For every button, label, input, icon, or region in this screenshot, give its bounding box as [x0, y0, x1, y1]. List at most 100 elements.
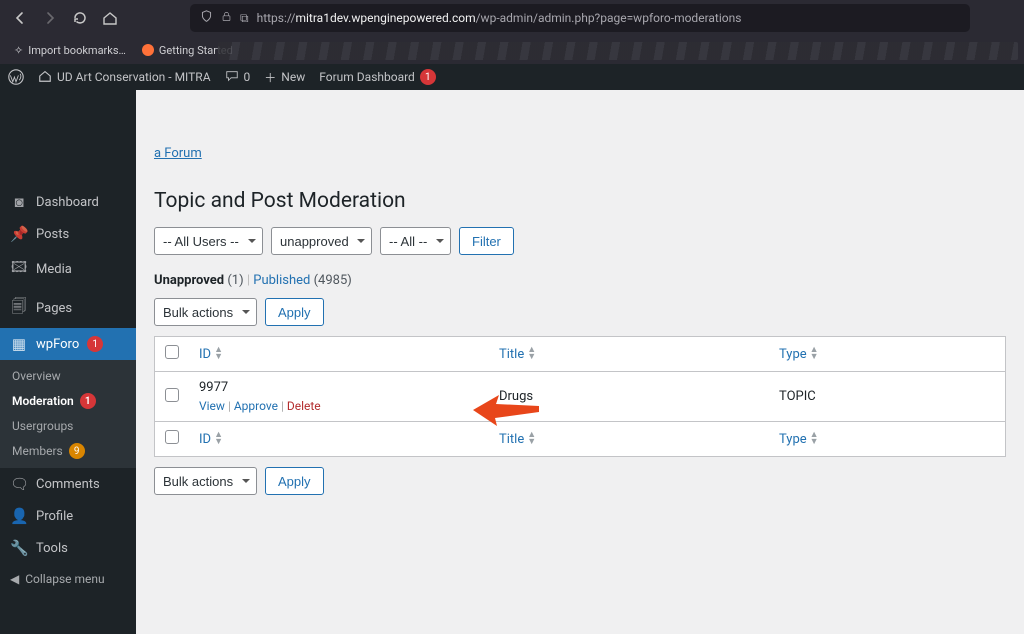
site-name-link[interactable]: UD Art Conservation - MITRA	[38, 69, 211, 86]
firefox-icon	[142, 44, 154, 56]
wp-logo[interactable]	[8, 69, 24, 85]
sidebar-item-posts[interactable]: 📌 Posts	[0, 218, 136, 250]
forum-dashboard-label: Forum Dashboard	[319, 70, 415, 84]
sidebar-label-comments: Comments	[36, 477, 100, 492]
view-published-link[interactable]: Published	[253, 273, 310, 288]
sidebar-label-tools: Tools	[36, 541, 68, 556]
new-content-link[interactable]: ＋ New	[264, 69, 305, 86]
forum-breadcrumb-link[interactable]: a Forum	[154, 146, 202, 161]
wp-admin-bar: UD Art Conservation - MITRA 0 ＋ New Foru…	[0, 64, 1024, 90]
col-type-footer[interactable]: Type▲▼	[779, 432, 819, 447]
sidebar-item-dashboard[interactable]: ◙ Dashboard	[0, 186, 136, 218]
row-id: 9977	[199, 380, 228, 395]
submenu-members[interactable]: Members 9	[0, 438, 136, 464]
forum-dashboard-link[interactable]: Forum Dashboard 1	[319, 69, 436, 85]
col-title-footer[interactable]: Title▲▼	[499, 432, 536, 447]
forum-dashboard-badge: 1	[420, 69, 436, 85]
url-display: https://mitra1dev.wpenginepowered.com/wp…	[257, 11, 742, 25]
bulk-select-bottom[interactable]: Bulk actions	[154, 467, 257, 495]
pages-icon: 🗐	[10, 296, 28, 321]
sidebar-item-comments[interactable]: 🗨 Comments	[0, 468, 136, 500]
view-unapproved-count: (1)	[227, 273, 243, 288]
collapse-menu[interactable]: ◀ Collapse menu	[0, 564, 136, 594]
col-title-header[interactable]: Title▲▼	[499, 347, 536, 362]
admin-sidebar: ◙ Dashboard 📌 Posts 🖾 Media 🗐 Pages ▦ wp…	[0, 90, 136, 634]
new-label: New	[281, 70, 305, 84]
browser-toolbar: ⧉ https://mitra1dev.wpenginepowered.com/…	[0, 0, 1024, 36]
row-action-approve[interactable]: Approve	[234, 399, 278, 413]
moderation-table: ID▲▼ Title▲▼ Type▲▼ 9977 View | Approve …	[154, 336, 1006, 457]
home-button[interactable]	[100, 8, 120, 28]
sidebar-item-pages[interactable]: 🗐 Pages	[0, 289, 136, 328]
main-content: a Forum Topic and Post Moderation -- All…	[136, 90, 1024, 634]
sidebar-item-tools[interactable]: 🔧 Tools	[0, 532, 136, 564]
row-actions: View | Approve | Delete	[199, 399, 479, 413]
filter-row: -- All Users -- unapproved -- All -- Fil…	[154, 227, 1006, 255]
sidebar-label-posts: Posts	[36, 227, 69, 242]
permissions-icon: ⧉	[240, 11, 249, 26]
plus-icon: ＋	[264, 69, 276, 86]
members-badge: 9	[69, 443, 85, 459]
star-icon: ✧	[14, 44, 23, 57]
import-bookmarks[interactable]: ✧ Import bookmarks…	[14, 44, 126, 57]
filter-button[interactable]: Filter	[459, 227, 514, 255]
dashboard-icon: ◙	[10, 193, 28, 211]
row-title: Drugs	[499, 389, 533, 404]
bulk-select-top[interactable]: Bulk actions	[154, 298, 257, 326]
sidebar-item-profile[interactable]: 👤 Profile	[0, 500, 136, 532]
sidebar-label-media: Media	[36, 262, 72, 277]
bulk-actions-bottom: Bulk actions Apply	[154, 467, 1006, 495]
filter-users-select[interactable]: -- All Users --	[154, 227, 263, 255]
sidebar-item-media[interactable]: 🖾 Media	[0, 250, 136, 289]
site-title: UD Art Conservation - MITRA	[57, 70, 211, 84]
lock-icon	[221, 11, 232, 25]
shield-icon	[200, 10, 213, 26]
pin-icon: 📌	[10, 225, 28, 243]
col-id-header[interactable]: ID▲▼	[199, 347, 223, 362]
obscured-region	[218, 42, 1018, 60]
import-bookmarks-label: Import bookmarks…	[28, 44, 126, 57]
row-action-delete[interactable]: Delete	[287, 399, 321, 413]
bulk-apply-top[interactable]: Apply	[265, 298, 324, 326]
col-type-header[interactable]: Type▲▼	[779, 347, 819, 362]
row-checkbox[interactable]	[165, 388, 179, 402]
collapse-icon: ◀	[10, 572, 19, 586]
wpforo-badge: 1	[87, 336, 103, 352]
wpforo-submenu: Overview Moderation 1 Usergroups Members…	[0, 360, 136, 468]
sidebar-label-pages: Pages	[36, 301, 72, 316]
col-id-footer[interactable]: ID▲▼	[199, 432, 223, 447]
reload-button[interactable]	[70, 8, 90, 28]
bulk-apply-bottom[interactable]: Apply	[265, 467, 324, 495]
bulk-actions-top: Bulk actions Apply	[154, 298, 1006, 326]
media-icon: 🖾	[10, 257, 28, 282]
select-all-top[interactable]	[165, 345, 179, 359]
comments-count: 0	[244, 70, 251, 84]
home-icon	[38, 69, 52, 86]
select-all-bottom[interactable]	[165, 430, 179, 444]
profile-icon: 👤	[10, 507, 28, 525]
tools-icon: 🔧	[10, 539, 28, 557]
back-button[interactable]	[10, 8, 30, 28]
moderation-badge: 1	[80, 393, 96, 409]
views-nav: Unapproved (1) | Published (4985)	[154, 273, 1006, 288]
row-type: TOPIC	[779, 389, 816, 404]
comments-icon: 🗨	[10, 475, 28, 493]
submenu-moderation[interactable]: Moderation 1	[0, 388, 136, 414]
view-published-count: (4985)	[314, 273, 352, 288]
row-action-view[interactable]: View	[199, 399, 225, 413]
sidebar-item-wpforo[interactable]: ▦ wpForo 1	[0, 328, 136, 360]
page-title: Topic and Post Moderation	[154, 189, 1006, 213]
view-unapproved-label: Unapproved	[154, 273, 224, 288]
wpforo-icon: ▦	[10, 335, 28, 353]
sidebar-label-wpforo: wpForo	[36, 337, 79, 352]
table-row: 9977 View | Approve | Delete Drugs TOPIC	[155, 372, 1006, 422]
sidebar-label-profile: Profile	[36, 509, 73, 524]
forward-button[interactable]	[40, 8, 60, 28]
address-bar[interactable]: ⧉ https://mitra1dev.wpenginepowered.com/…	[190, 4, 970, 32]
submenu-overview[interactable]: Overview	[0, 364, 136, 388]
comments-link[interactable]: 0	[225, 69, 251, 86]
submenu-usergroups[interactable]: Usergroups	[0, 414, 136, 438]
sidebar-label-dashboard: Dashboard	[36, 195, 99, 210]
filter-status-select[interactable]: unapproved	[271, 227, 372, 255]
filter-all-select[interactable]: -- All --	[380, 227, 451, 255]
